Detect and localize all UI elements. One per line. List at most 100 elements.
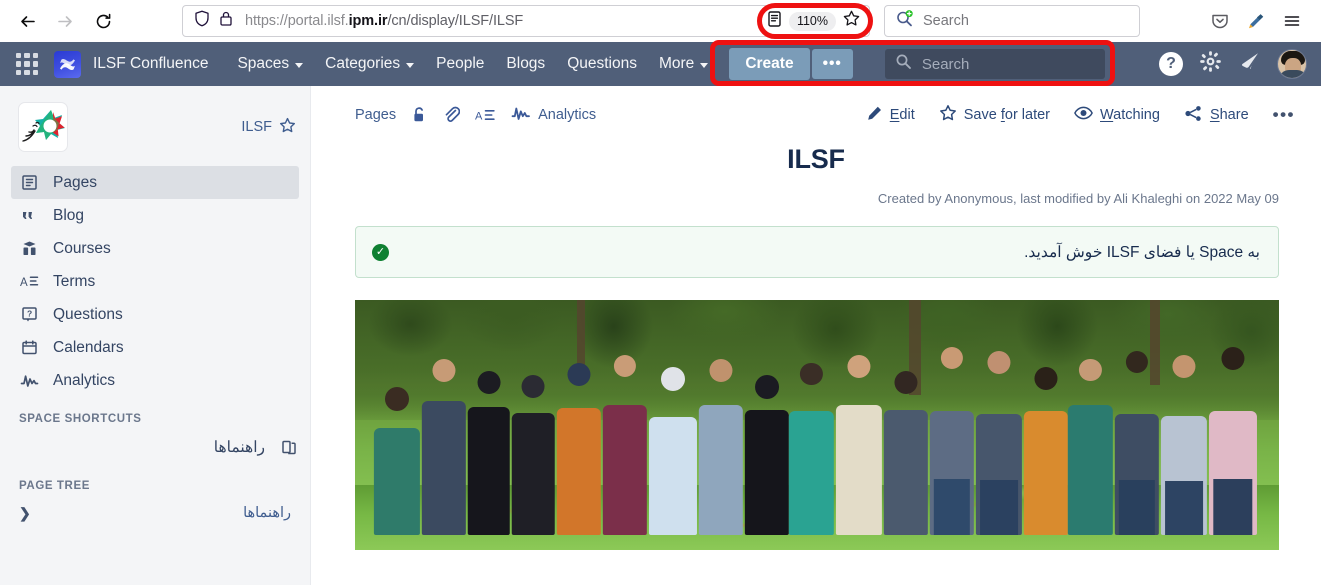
reader-mode-icon[interactable] [766,10,783,33]
help-icon[interactable]: ? [1159,52,1183,76]
analytics-link[interactable]: Analytics [511,104,596,126]
watching-button[interactable]: Watching [1074,105,1160,125]
person-legs [933,478,971,535]
person-torso [835,405,882,535]
sidebar-item-label: Questions [53,305,123,323]
svg-text:A: A [20,277,28,289]
calendar-icon [19,339,39,356]
confluence-navbar: ILSF Confluence Spaces Categories People… [0,42,1321,86]
address-bar[interactable]: https://portal.ilsf.ipm.ir/cn/display/IL… [182,5,870,37]
sidebar-item-pages[interactable]: Pages [11,166,299,199]
app-switcher-icon[interactable] [16,53,38,75]
eye-icon [1074,105,1093,125]
nav-item-people[interactable]: People [425,49,495,79]
person-head [894,371,918,395]
person-torso [602,405,647,535]
nav-item-blogs[interactable]: Blogs [495,49,556,79]
attachment-paperclip-icon[interactable] [443,106,461,124]
unlock-icon[interactable] [411,106,428,124]
person-torso [744,410,790,535]
page-tree-row[interactable]: ❯ راهنماها [11,498,299,528]
person-torso [421,401,466,535]
breadcrumb-pages[interactable]: Pages [355,107,396,123]
check-circle-icon: ✓ [372,243,389,261]
space-favorite-star-icon[interactable] [279,117,296,138]
person [1023,367,1069,535]
nav-item-more[interactable]: More [648,49,719,79]
brand-title[interactable]: ILSF Confluence [93,55,208,73]
nav-item-categories[interactable]: Categories [314,49,425,79]
sidebar-item-questions[interactable]: ? Questions [11,298,299,331]
share-button[interactable]: Share [1184,105,1249,126]
labels-icon[interactable]: A [475,106,496,124]
save-for-later-button[interactable]: Save for later [939,104,1050,126]
sidebar-item-label: Pages [53,173,97,191]
space-name-group[interactable]: ILSF [241,117,296,138]
confluence-logo-icon[interactable] [54,50,81,78]
person-torso [789,411,834,535]
sidebar-shortcut-label: راهنماها [213,439,265,456]
confluence-search-input[interactable]: Search [884,49,1105,79]
chevron-down-icon [700,62,709,68]
space-logo-icon[interactable] [18,102,68,152]
pages-copy-icon [279,439,299,456]
person [975,351,1023,535]
pencil-icon [866,105,883,126]
edit-label: EEditdit [889,107,915,123]
person [602,355,647,535]
back-button[interactable] [10,4,44,38]
notifications-bell-icon[interactable] [1238,50,1261,78]
person-torso [698,404,744,535]
sidebar-shortcut-rahnamaha[interactable]: راهنماها [11,431,299,464]
person-torso [1068,404,1113,535]
quote-icon [19,207,39,224]
forward-button[interactable] [48,4,82,38]
sidebar-item-label: Courses [53,239,111,257]
nav-item-questions[interactable]: Questions [556,49,648,79]
space-shortcuts-header: SPACE SHORTCUTS [19,413,142,425]
reload-button[interactable] [86,4,120,38]
sidebar-item-courses[interactable]: Courses [11,232,299,265]
page-overflow-menu[interactable]: ••• [1273,106,1295,123]
extension-icon[interactable] [1242,7,1270,35]
share-icon [1184,105,1203,126]
zoom-level-indicator[interactable]: 110% [788,11,836,31]
sidebar-item-label: Analytics [53,371,116,389]
pocket-icon[interactable] [1206,7,1234,35]
person-torso [648,417,697,535]
page-actions: EEditdit Save for later Watching Share [866,104,1295,126]
person-head [709,359,733,383]
person [698,359,744,535]
person-legs [1118,479,1155,535]
sidebar-item-calendars[interactable]: Calendars [11,331,299,364]
question-box-icon: ? [19,306,39,323]
shield-icon[interactable] [194,10,210,32]
hamburger-menu-icon[interactable] [1278,7,1306,35]
create-more-button[interactable]: ••• [811,49,853,79]
person-torso [556,407,601,535]
person-head [1079,359,1102,382]
person-head [987,351,1011,375]
sidebar-item-blog[interactable]: Blog [11,199,299,232]
edit-button[interactable]: EEditdit [866,105,915,126]
person-head [755,375,780,399]
sidebar-item-analytics[interactable]: Analytics [11,364,299,397]
person-head [1034,367,1058,391]
sidebar-item-label: Terms [53,272,96,290]
nav-item-spaces[interactable]: Spaces [226,49,314,79]
page-tree-label[interactable]: راهنماها [243,505,291,521]
user-avatar[interactable] [1277,49,1307,79]
person-head [1221,347,1245,371]
browser-search-bar[interactable]: Search [884,5,1140,37]
analytics-label: Analytics [538,107,597,123]
create-button[interactable]: Create [729,48,810,80]
bookmark-star-icon[interactable] [842,9,861,33]
sidebar-item-terms[interactable]: A Terms [11,265,299,298]
person-torso [512,413,555,535]
gear-icon[interactable] [1199,50,1222,78]
chevron-right-icon[interactable]: ❯ [19,505,31,522]
lock-icon[interactable] [219,10,233,32]
save-for-later-label: Save for later [963,107,1051,123]
sidebar-item-label: Blog [53,206,85,224]
group-photo-image[interactable] [355,300,1279,550]
